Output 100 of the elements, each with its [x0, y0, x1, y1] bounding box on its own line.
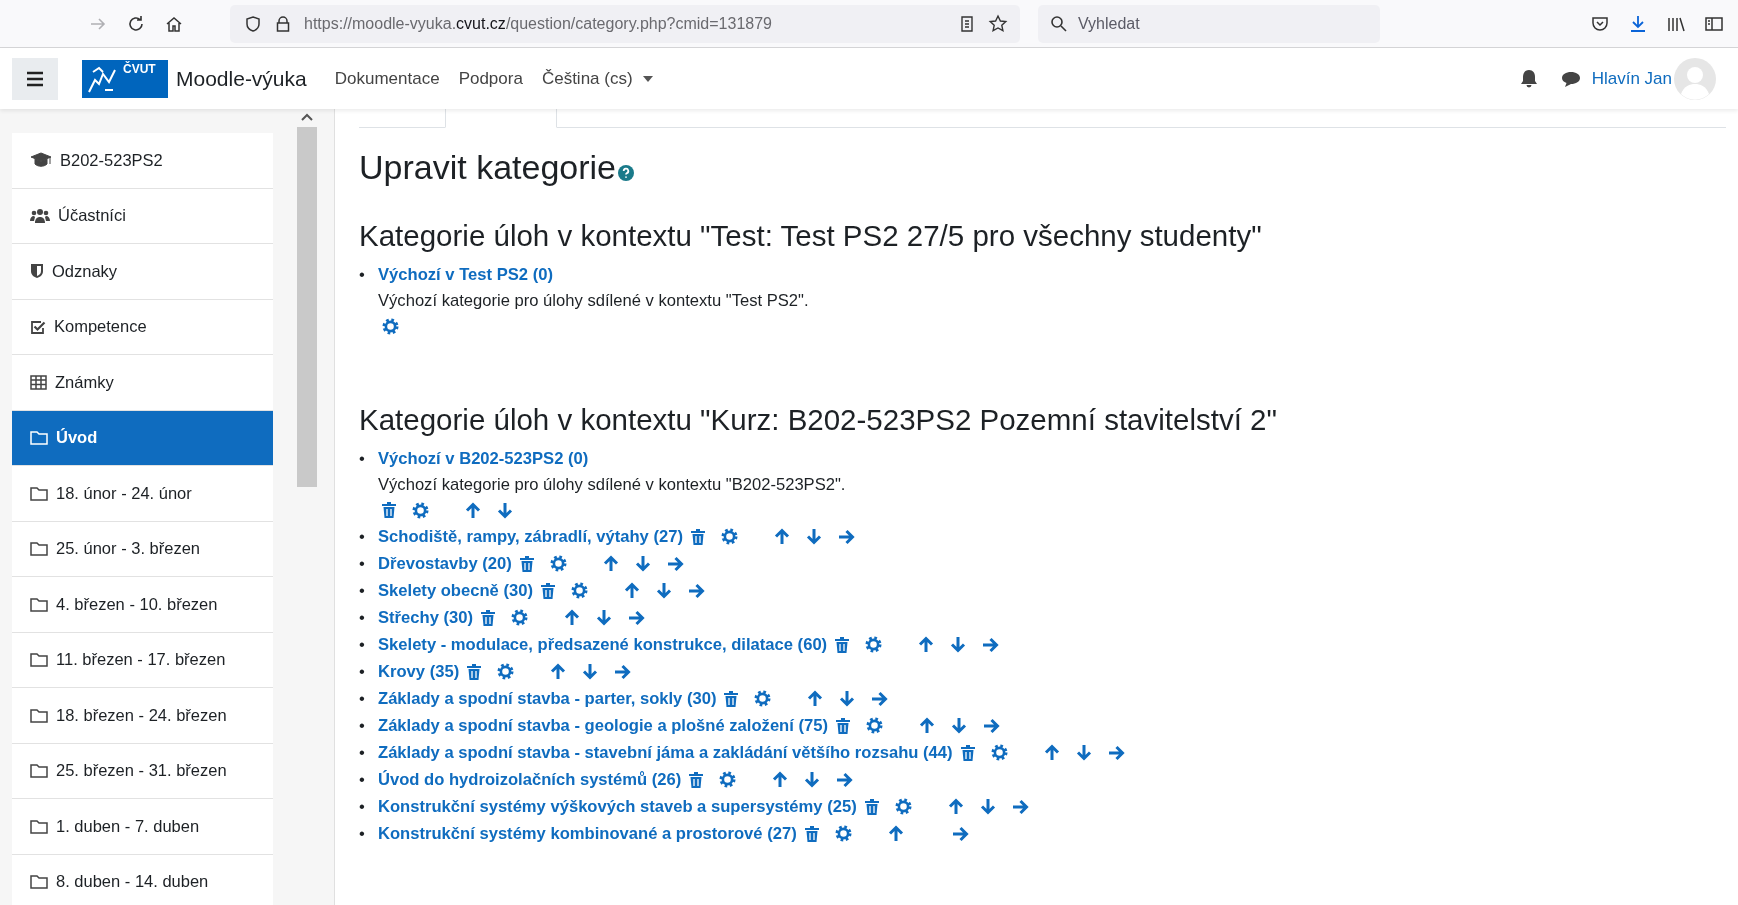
category-link[interactable]: Krovy (35)	[378, 658, 460, 685]
scroll-up-icon[interactable]	[301, 113, 313, 121]
right-arrow-icon[interactable]	[1107, 744, 1125, 761]
category-link[interactable]: Dřevostavby (20)	[378, 550, 512, 577]
up-arrow-icon[interactable]	[1043, 744, 1060, 761]
category-link[interactable]: Základy a spodní stavba - stavební jáma a zakládání většího rozsahu (44)	[378, 739, 953, 766]
sidebar-item[interactable]: 18. únor - 24. únor	[12, 466, 273, 522]
sidebar-item[interactable]: Účastníci	[12, 188, 273, 244]
gear-icon[interactable]	[719, 771, 737, 788]
sidebar-item[interactable]: 11. březen - 17. březen	[12, 632, 273, 688]
sidebar-item[interactable]: Odznaky	[12, 244, 273, 300]
category-link[interactable]: Skelety - modulace, předsazené konstrukce, dilatace (60)	[378, 631, 828, 658]
up-arrow-icon[interactable]	[807, 690, 824, 707]
right-arrow-icon[interactable]	[837, 528, 855, 545]
down-arrow-icon[interactable]	[634, 555, 651, 572]
delete-icon[interactable]	[724, 690, 739, 707]
down-arrow-icon[interactable]	[655, 582, 672, 599]
up-arrow-icon[interactable]	[465, 501, 481, 519]
reload-icon[interactable]	[126, 13, 146, 34]
gear-icon[interactable]	[894, 798, 912, 815]
sidebar-item[interactable]: 8. duben - 14. duben	[12, 854, 273, 905]
user-name[interactable]: Hlavín Jan	[1591, 68, 1672, 89]
gear-icon[interactable]	[865, 636, 883, 653]
gear-icon[interactable]	[866, 717, 883, 734]
scrollbar[interactable]	[297, 127, 317, 487]
chat-icon[interactable]	[1559, 69, 1582, 88]
help-icon[interactable]	[618, 165, 634, 181]
gear-icon[interactable]	[834, 825, 852, 842]
sidebar-item[interactable]: Kompetence	[12, 299, 273, 355]
delete-icon[interactable]	[960, 744, 975, 761]
delete-icon[interactable]	[690, 528, 705, 545]
star-icon[interactable]	[988, 13, 1008, 34]
down-arrow-icon[interactable]	[951, 717, 967, 734]
sidebar-item[interactable]: 4. březen - 10. březen	[12, 577, 273, 633]
nav-link[interactable]: Dokumentace	[334, 68, 440, 89]
search-input[interactable]: Vyhledat	[1076, 13, 1360, 34]
right-arrow-icon[interactable]	[687, 582, 705, 599]
up-arrow-icon[interactable]	[919, 717, 935, 734]
menu-button[interactable]	[12, 57, 58, 100]
category-link[interactable]: Skelety obecně (30)	[378, 577, 533, 604]
right-arrow-icon[interactable]	[628, 609, 645, 626]
delete-icon[interactable]	[836, 717, 850, 734]
up-arrow-icon[interactable]	[550, 663, 567, 680]
down-arrow-icon[interactable]	[805, 528, 822, 545]
gear-icon[interactable]	[549, 555, 567, 572]
gear-icon[interactable]	[720, 528, 738, 545]
right-arrow-icon[interactable]	[836, 771, 854, 788]
delete-icon[interactable]	[835, 636, 850, 653]
gear-icon[interactable]	[754, 690, 772, 707]
down-arrow-icon[interactable]	[582, 663, 599, 680]
right-arrow-icon[interactable]	[983, 717, 1000, 734]
right-arrow-icon[interactable]	[871, 690, 889, 707]
down-arrow-icon[interactable]	[596, 609, 612, 626]
delete-icon[interactable]	[689, 771, 704, 788]
right-arrow-icon[interactable]	[666, 555, 684, 572]
up-arrow-icon[interactable]	[887, 825, 904, 842]
gear-icon[interactable]	[412, 501, 429, 519]
address-bar[interactable]: https://moodle-vyuka.cvut.cz/question/category.php?cmid=131879	[230, 4, 1020, 43]
site-name[interactable]: Moodle-výuka	[176, 66, 307, 91]
category-link[interactable]: Úvod do hydroizolačních systémů (26)	[378, 766, 682, 793]
delete-icon[interactable]	[864, 798, 879, 815]
category-link[interactable]: Základy a spodní stavba - geologie a plošné založení (75)	[378, 712, 828, 739]
delete-icon[interactable]	[540, 582, 555, 599]
gear-icon[interactable]	[511, 609, 528, 626]
sidebar-item[interactable]: 25. únor - 3. březen	[12, 521, 273, 577]
right-arrow-icon[interactable]	[951, 825, 969, 842]
search-field[interactable]: Vyhledat	[1038, 4, 1380, 43]
delete-icon[interactable]	[804, 825, 819, 842]
sidebar-item[interactable]: Známky	[12, 355, 273, 411]
gear-icon[interactable]	[990, 744, 1008, 761]
nav-link[interactable]: Podpora	[458, 68, 523, 89]
category-link[interactable]: Schodiště, rampy, zábradlí, výtahy (27)	[378, 523, 683, 550]
right-arrow-icon[interactable]	[982, 636, 1000, 653]
down-arrow-icon[interactable]	[839, 690, 856, 707]
category-link[interactable]: Základy a spodní stavba - parter, sokly (30)	[378, 685, 717, 712]
sidebar-item[interactable]: Úvod	[12, 410, 273, 466]
delete-icon[interactable]	[382, 502, 396, 518]
up-arrow-icon[interactable]	[773, 528, 790, 545]
sidebar-item[interactable]: 25. březen - 31. březen	[12, 743, 273, 799]
sidebar-item[interactable]: B202-523PS2	[12, 133, 273, 189]
down-arrow-icon[interactable]	[497, 501, 513, 519]
delete-icon[interactable]	[481, 609, 495, 626]
language-menu[interactable]: Čeština (cs)	[541, 68, 653, 89]
gear-icon[interactable]	[382, 317, 399, 335]
gear-icon[interactable]	[570, 582, 588, 599]
category-link[interactable]: Výchozí v Test PS2 (0)	[378, 261, 553, 288]
download-icon[interactable]	[1628, 13, 1648, 34]
delete-icon[interactable]	[519, 555, 534, 572]
category-link[interactable]: Střechy (30)	[378, 604, 473, 631]
sidebar-item[interactable]: 1. duben - 7. duben	[12, 799, 273, 855]
bell-icon[interactable]	[1519, 68, 1538, 89]
up-arrow-icon[interactable]	[564, 609, 580, 626]
sidebar-item[interactable]: 18. březen - 24. březen	[12, 688, 273, 744]
up-arrow-icon[interactable]	[918, 636, 935, 653]
category-link[interactable]: Konstrukční systémy kombinované a prostorové (27)	[378, 820, 797, 847]
up-arrow-icon[interactable]	[947, 798, 964, 815]
up-arrow-icon[interactable]	[602, 555, 619, 572]
category-link[interactable]: Konstrukční systémy výškových staveb a supersystémy (25)	[378, 793, 857, 820]
down-arrow-icon[interactable]	[979, 798, 996, 815]
right-arrow-icon[interactable]	[614, 663, 632, 680]
